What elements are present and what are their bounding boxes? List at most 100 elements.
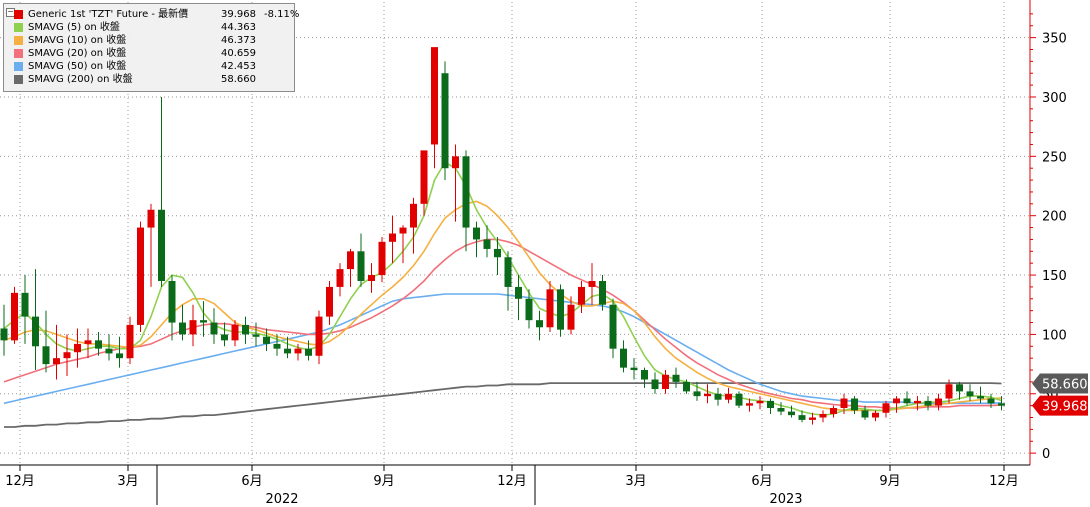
x-tick-label: 12月 (5, 474, 35, 489)
legend-value-price: 39.968 (221, 9, 256, 20)
candle-body (840, 398, 848, 409)
candle-body (147, 209, 155, 228)
candle-body (851, 398, 858, 411)
candle-body (168, 280, 176, 323)
candle-body (504, 257, 512, 287)
candle-body (11, 292, 18, 341)
candle-body (53, 358, 60, 365)
legend-value-sma5: 44.363 (221, 22, 256, 33)
legend-change-price: -8.11% (264, 9, 300, 20)
x-tick-label: 6月 (751, 474, 772, 489)
x-tick-label: 3月 (117, 474, 138, 489)
candle-body (966, 391, 974, 397)
candle-body (84, 340, 92, 344)
y-tick-label: 150 (1042, 269, 1067, 284)
candle-body (441, 73, 449, 169)
candle-body (21, 292, 29, 317)
candle-body (378, 241, 386, 276)
candle-body (483, 239, 491, 249)
candle-body (998, 403, 1005, 406)
candle-body (956, 384, 963, 392)
candle-body (861, 410, 869, 418)
candle-body (672, 374, 680, 382)
candle-body (987, 398, 995, 404)
y-tick-label: 250 (1042, 150, 1067, 165)
candle-body (294, 348, 302, 354)
candle-body (305, 348, 312, 356)
candle-body (221, 334, 228, 341)
x-tick-label: 6月 (241, 474, 262, 489)
candle-body (42, 346, 50, 365)
sma5-line (3, 161, 1002, 416)
candle-body (893, 398, 900, 404)
legend-swatch-price (14, 10, 23, 19)
candle-body (473, 227, 480, 240)
sma200-tag-label: 58.660 (1042, 377, 1088, 392)
candle-body (588, 280, 596, 287)
candle-body (389, 233, 396, 242)
candle-body (935, 398, 942, 406)
candle-body (420, 150, 428, 204)
candle-body (567, 304, 575, 330)
candle-body (399, 227, 407, 234)
candle-body (452, 156, 459, 169)
y-tick-label: 300 (1042, 91, 1067, 106)
legend-value-sma50: 42.453 (221, 61, 256, 72)
candle-body (525, 298, 533, 321)
candle-body (231, 324, 239, 341)
candle-body (368, 275, 375, 281)
legend-label-sma10: SMAVG (10) on 收盤 (28, 35, 127, 46)
x-tick-label: 3月 (625, 474, 646, 489)
legend-label-price: Generic 1st 'TZT' Future - 最新價 (28, 9, 189, 20)
candle-body (798, 415, 806, 420)
legend: − Generic 1st 'TZT' Future - 最新價 39.968 … (3, 3, 299, 92)
sma10-line-group (3, 200, 1002, 412)
legend-swatch-sma5 (14, 23, 23, 32)
candle-body (326, 286, 333, 317)
legend-label-sma20: SMAVG (20) on 收盤 (28, 48, 127, 59)
year-label: 2023 (769, 492, 802, 507)
candle-body (200, 320, 207, 323)
candle-body (536, 320, 543, 328)
candle-body (273, 343, 281, 349)
legend-swatch-sma10 (14, 36, 23, 45)
legend-label-sma200: SMAVG (200) on 收盤 (28, 74, 133, 85)
candle-body (357, 251, 365, 281)
candle-body (95, 340, 102, 349)
sma5-line-group (3, 161, 1002, 416)
legend-swatch-sma200 (14, 75, 23, 84)
candle-body (336, 269, 344, 287)
candle-body (347, 251, 354, 270)
candle-body (746, 403, 753, 406)
x-tick-label: 12月 (497, 474, 527, 489)
candle-body (546, 289, 554, 328)
candle-body (462, 156, 470, 228)
candle-body (924, 400, 932, 406)
candle-body (882, 403, 890, 413)
candle-body (263, 336, 270, 344)
legend-value-sma20: 40.659 (221, 48, 256, 59)
candle-body (557, 289, 564, 330)
legend-swatch-sma50 (14, 62, 23, 71)
candle-body (0, 328, 8, 341)
candle-body (116, 353, 123, 359)
y-axis: 050100150200250300350 (1029, 0, 1067, 465)
candle-body (578, 286, 585, 305)
candle-body (683, 381, 690, 392)
candle-body (714, 393, 722, 400)
candle-body (210, 322, 218, 335)
y-tick-label: 200 (1042, 210, 1067, 225)
candle-body (609, 304, 617, 349)
candlesticks (0, 47, 1005, 425)
legend-swatch-sma20 (14, 49, 23, 58)
x-tick-label: 9月 (373, 474, 394, 489)
y-tick-label: 100 (1042, 328, 1067, 343)
candle-body (903, 398, 911, 404)
x-tick-label: 9月 (879, 474, 900, 489)
candle-body (914, 400, 921, 404)
legend-value-sma200: 58.660 (221, 74, 256, 85)
candle-body (630, 367, 638, 371)
candle-body (494, 248, 501, 258)
x-tick-label: 12月 (989, 474, 1019, 489)
legend-label-sma50: SMAVG (50) on 收盤 (28, 61, 127, 72)
